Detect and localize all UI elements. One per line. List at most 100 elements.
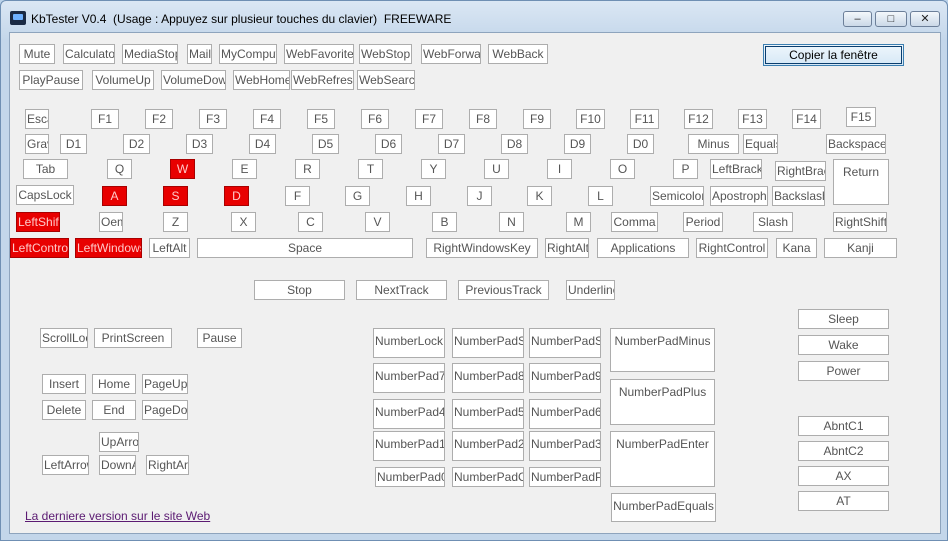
key-slash[interactable]: Slash: [753, 212, 793, 232]
key-c[interactable]: C: [298, 212, 323, 232]
key-numberpadslash[interactable]: NumberPadSlash: [452, 328, 524, 358]
key-numberpadenter[interactable]: NumberPadEnter: [610, 431, 715, 487]
key-mediastop[interactable]: MediaStop: [122, 44, 178, 64]
key-numberlock[interactable]: NumberLock: [373, 328, 445, 358]
key-scrolllock[interactable]: ScrollLock: [40, 328, 88, 348]
key-abntc1[interactable]: AbntC1: [798, 416, 889, 436]
key-numberpad5[interactable]: NumberPad5: [452, 399, 524, 429]
key-previoustrack[interactable]: PreviousTrack: [458, 280, 549, 300]
key-tab[interactable]: Tab: [23, 159, 68, 179]
maximize-button[interactable]: □: [875, 11, 907, 27]
key-applications[interactable]: Applications: [597, 238, 689, 258]
key-i[interactable]: I: [547, 159, 572, 179]
key-d3[interactable]: D3: [186, 134, 213, 154]
key-w[interactable]: W: [170, 159, 195, 179]
key-kana[interactable]: Kana: [776, 238, 817, 258]
key-escape[interactable]: Escape: [25, 109, 49, 129]
key-r[interactable]: R: [295, 159, 320, 179]
key-leftcontrol[interactable]: LeftControl: [10, 238, 69, 258]
key-nexttrack[interactable]: NextTrack: [356, 280, 447, 300]
key-playpause[interactable]: PlayPause: [19, 70, 83, 90]
key-return[interactable]: Return: [833, 159, 889, 205]
key-d7[interactable]: D7: [438, 134, 465, 154]
key-f7[interactable]: F7: [415, 109, 443, 129]
key-numberpadequals[interactable]: NumberPadEquals: [611, 493, 716, 522]
key-f5[interactable]: F5: [307, 109, 335, 129]
key-space[interactable]: Space: [197, 238, 413, 258]
key-leftalt[interactable]: LeftAlt: [149, 238, 190, 258]
key-webhome[interactable]: WebHome: [233, 70, 290, 90]
key-numberpadcomma[interactable]: NumberPadComma: [452, 467, 524, 487]
key-webback[interactable]: WebBack: [488, 44, 548, 64]
key-capslock[interactable]: CapsLock: [16, 185, 74, 205]
key-numberpad7[interactable]: NumberPad7: [373, 363, 445, 393]
key-numberpad9[interactable]: NumberPad9: [529, 363, 601, 393]
key-delete[interactable]: Delete: [42, 400, 86, 420]
website-link[interactable]: La derniere version sur le site Web: [25, 509, 210, 523]
key-volumeup[interactable]: VolumeUp: [92, 70, 154, 90]
key-webfavorites[interactable]: WebFavorites: [284, 44, 354, 64]
key-webstop[interactable]: WebStop: [359, 44, 412, 64]
key-d1[interactable]: D1: [60, 134, 87, 154]
key-comma[interactable]: Comma: [611, 212, 658, 232]
key-f3[interactable]: F3: [199, 109, 227, 129]
key-f13[interactable]: F13: [738, 109, 767, 129]
key-d2[interactable]: D2: [123, 134, 150, 154]
key-apostrophe[interactable]: Apostrophe: [710, 186, 768, 206]
key-j[interactable]: J: [467, 186, 492, 206]
key-d5[interactable]: D5: [312, 134, 339, 154]
key-insert[interactable]: Insert: [42, 374, 86, 394]
key-f11[interactable]: F11: [630, 109, 659, 129]
key-mycomputer[interactable]: MyComputer: [219, 44, 277, 64]
key-leftshift[interactable]: LeftShift: [16, 212, 60, 232]
key-backspace[interactable]: Backspace: [826, 134, 886, 154]
key-websearch[interactable]: WebSearch: [357, 70, 415, 90]
key-e[interactable]: E: [232, 159, 257, 179]
key-f10[interactable]: F10: [576, 109, 605, 129]
key-v[interactable]: V: [365, 212, 390, 232]
key-f4[interactable]: F4: [253, 109, 281, 129]
key-f9[interactable]: F9: [523, 109, 551, 129]
key-leftwindowskey[interactable]: LeftWindowsKey: [75, 238, 142, 258]
key-rightarrow[interactable]: RightArrow: [146, 455, 189, 475]
key-mute[interactable]: Mute: [19, 44, 55, 64]
key-n[interactable]: N: [499, 212, 524, 232]
key-u[interactable]: U: [484, 159, 509, 179]
copy-window-button[interactable]: Copier la fenêtre: [763, 44, 904, 66]
key-d8[interactable]: D8: [501, 134, 528, 154]
key-numberpad1[interactable]: NumberPad1: [373, 431, 445, 461]
key-minus[interactable]: Minus: [688, 134, 739, 154]
key-x[interactable]: X: [231, 212, 256, 232]
key-numberpadperiod[interactable]: NumberPadPeriod: [529, 467, 601, 487]
key-calculator[interactable]: Calculator: [63, 44, 115, 64]
key-webforward[interactable]: WebForward: [421, 44, 481, 64]
key-numberpad3[interactable]: NumberPad3: [529, 431, 601, 461]
key-pagedown[interactable]: PageDown: [142, 400, 188, 420]
key-mail[interactable]: Mail: [187, 44, 212, 64]
key-oem102[interactable]: Oem102: [99, 212, 123, 232]
key-f2[interactable]: F2: [145, 109, 173, 129]
key-s[interactable]: S: [163, 186, 188, 206]
key-stop[interactable]: Stop: [254, 280, 345, 300]
key-underline[interactable]: Underline: [566, 280, 615, 300]
key-d6[interactable]: D6: [375, 134, 402, 154]
key-pageup[interactable]: PageUp: [142, 374, 188, 394]
key-power[interactable]: Power: [798, 361, 889, 381]
key-numberpadminus[interactable]: NumberPadMinus: [610, 328, 715, 372]
key-f14[interactable]: F14: [792, 109, 821, 129]
key-numberpad2[interactable]: NumberPad2: [452, 431, 524, 461]
key-wake[interactable]: Wake: [798, 335, 889, 355]
key-at[interactable]: AT: [798, 491, 889, 511]
key-numberpad0[interactable]: NumberPad0: [375, 467, 445, 487]
key-rightalt[interactable]: RightAlt: [545, 238, 589, 258]
key-numberpad6[interactable]: NumberPad6: [529, 399, 601, 429]
key-semicolon[interactable]: Semicolon: [650, 186, 704, 206]
key-o[interactable]: O: [610, 159, 635, 179]
key-numberpad8[interactable]: NumberPad8: [452, 363, 524, 393]
key-f1[interactable]: F1: [91, 109, 119, 129]
key-z[interactable]: Z: [163, 212, 188, 232]
key-uparrow[interactable]: UpArrow: [99, 432, 139, 452]
key-k[interactable]: K: [527, 186, 552, 206]
key-h[interactable]: H: [406, 186, 431, 206]
key-numberpad4[interactable]: NumberPad4: [373, 399, 445, 429]
